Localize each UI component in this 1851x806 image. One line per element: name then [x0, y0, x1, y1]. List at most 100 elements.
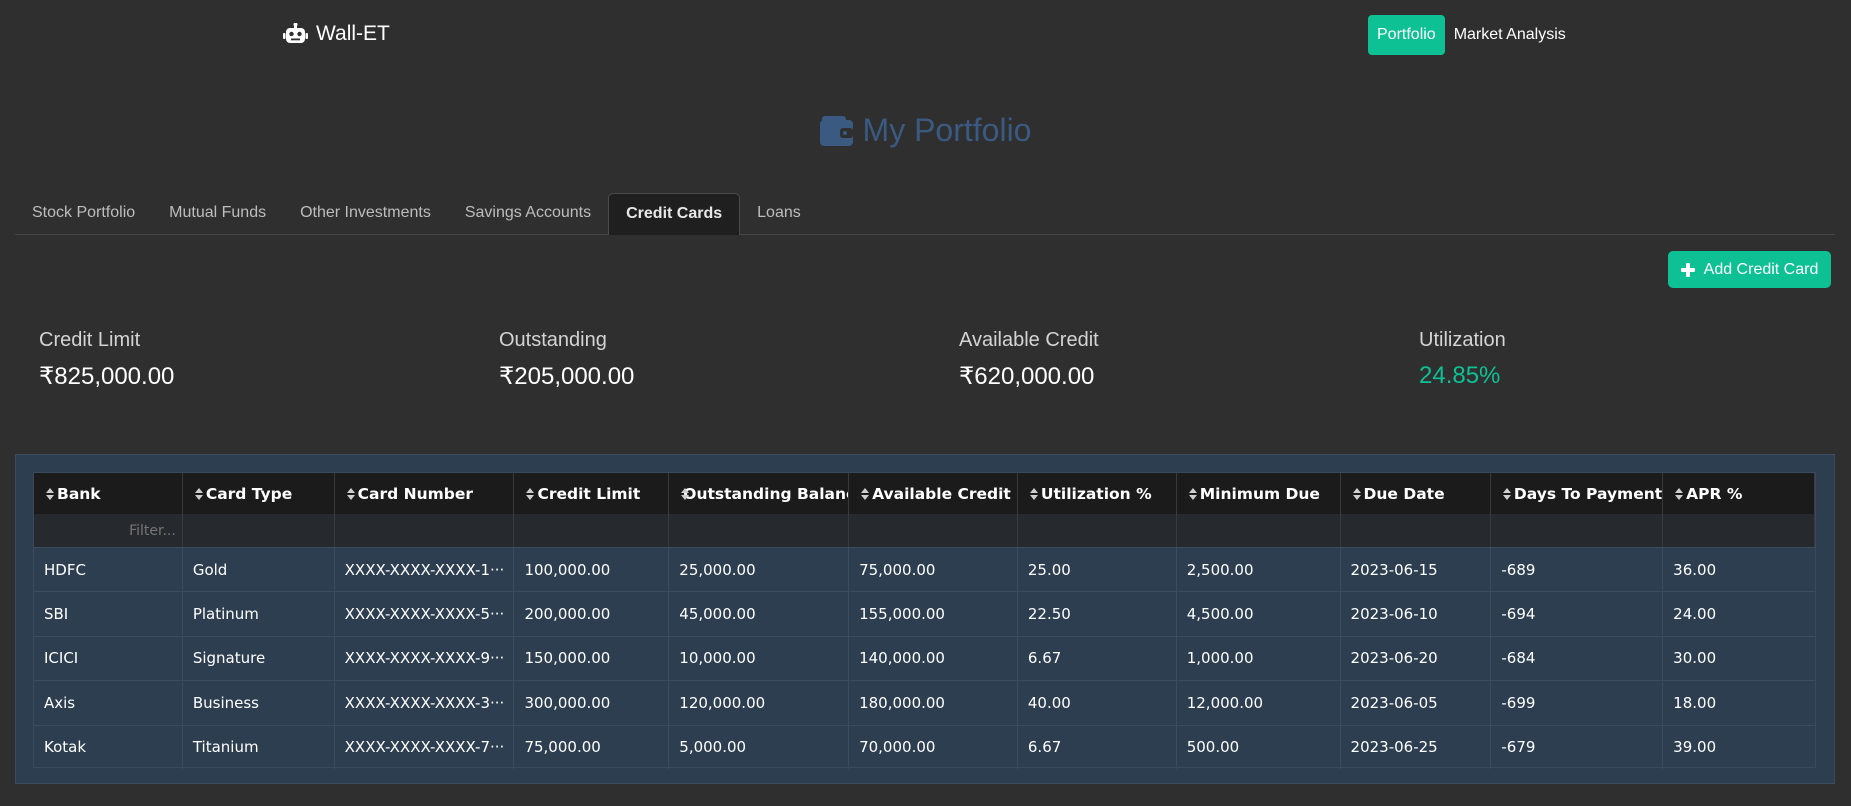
add-credit-card-label: Add Credit Card — [1703, 260, 1819, 278]
stat-value: 24.85% — [1419, 362, 1501, 389]
sort-icon — [1029, 487, 1039, 500]
table-cell: ICICI — [34, 636, 183, 681]
table-cell: -689 — [1491, 548, 1664, 592]
table-cell: XXXX-XXXX-XXXX-3··· — [335, 681, 515, 725]
table-cell: 140,000.00 — [849, 636, 1018, 681]
stat-label: Available Credit — [959, 329, 1099, 351]
nav-market-analysis-link[interactable]: Market Analysis — [1445, 15, 1575, 55]
stat-label: Credit Limit — [39, 329, 141, 351]
column-header-bank[interactable]: Bank — [34, 473, 183, 514]
column-header-utilization[interactable]: Utilization % — [1018, 473, 1177, 514]
table-cell: 120,000.00 — [669, 681, 850, 725]
portfolio-tabs: Stock Portfolio Mutual Funds Other Inves… — [15, 193, 1835, 235]
table-cell: 6.67 — [1018, 636, 1177, 681]
credit-cards-grid: Bank Card Type Card Number Credit Limit … — [33, 472, 1816, 769]
sort-icon — [861, 487, 870, 500]
table-row[interactable]: Kotak Titanium XXXX-XXXX-XXXX-7··· 75,000.0… — [34, 724, 1815, 769]
sort-icon — [1503, 487, 1512, 500]
brand[interactable]: Wall-ET — [283, 22, 390, 46]
table-cell: 200,000.00 — [514, 592, 670, 636]
table-row[interactable]: SBI Platinum XXXX-XXXX-XXXX-5··· 200,000.00… — [34, 591, 1815, 636]
table-cell: 300,000.00 — [514, 681, 670, 725]
filter-cell[interactable] — [335, 514, 515, 547]
filter-cell[interactable] — [1341, 514, 1492, 547]
filter-cell[interactable] — [183, 514, 335, 547]
sort-icon — [346, 487, 356, 500]
filter-cell[interactable] — [514, 514, 670, 547]
column-header-credit-limit[interactable]: Credit Limit — [514, 473, 670, 514]
nav-portfolio-link[interactable]: Portfolio — [1368, 15, 1445, 55]
table-cell: 25.00 — [1018, 548, 1177, 592]
column-header-available-credit[interactable]: Available Credit — [849, 473, 1018, 514]
column-header-label: Outstanding Balance — [683, 484, 850, 503]
column-header-apr[interactable]: APR % — [1663, 473, 1815, 514]
add-credit-card-button[interactable]: Add Credit Card — [1668, 251, 1831, 288]
column-header-label: Card Type — [205, 484, 293, 503]
sort-icon — [46, 487, 55, 500]
column-header-label: Due Date — [1363, 484, 1445, 503]
column-header-label: Utilization % — [1040, 484, 1152, 503]
tab-savings-accounts[interactable]: Savings Accounts — [448, 193, 608, 235]
table-cell: Platinum — [183, 592, 335, 636]
filter-cell[interactable] — [849, 514, 1018, 547]
table-cell: XXXX-XXXX-XXXX-5··· — [335, 592, 515, 636]
table-cell: 75,000.00 — [849, 548, 1018, 592]
stat-utilization: Utilization 24.85% — [1419, 329, 1506, 390]
column-header-card-number[interactable]: Card Number — [335, 473, 515, 514]
table-cell: Titanium — [183, 725, 335, 769]
table-cell: Signature — [183, 636, 335, 681]
table-cell: 2023-06-05 — [1341, 681, 1492, 725]
table-cell: -679 — [1491, 725, 1664, 769]
column-header-days-to-payment[interactable]: Days To Payment — [1491, 473, 1664, 514]
table-cell: 500.00 — [1177, 725, 1341, 769]
stat-label: Outstanding — [499, 329, 607, 351]
grid-filter-row — [34, 514, 1815, 547]
table-cell: 2,500.00 — [1177, 548, 1341, 592]
tab-stock-portfolio[interactable]: Stock Portfolio — [15, 193, 152, 235]
table-cell: 40.00 — [1018, 681, 1177, 725]
table-cell: 39.00 — [1673, 738, 1717, 757]
robot-icon — [283, 23, 308, 43]
wallet-icon — [819, 115, 853, 146]
filter-cell[interactable] — [1663, 514, 1815, 547]
sort-icon — [1188, 487, 1198, 500]
filter-cell[interactable] — [669, 514, 850, 547]
column-header-outstanding-balance[interactable]: Outstanding Balance — [669, 473, 850, 514]
stat-outstanding: Outstanding ₹205,000.00 — [499, 329, 634, 391]
table-cell: 100,000.00 — [514, 548, 670, 592]
table-cell: 45,000.00 — [669, 592, 850, 636]
table-cell: 30.00 — [1673, 649, 1717, 668]
table-cell: 36.00 — [1673, 560, 1717, 579]
table-row[interactable]: Axis Business XXXX-XXXX-XXXX-3··· 300,000.0… — [34, 680, 1815, 725]
table-cell: 75,000.00 — [514, 725, 670, 769]
column-header-due-date[interactable]: Due Date — [1341, 473, 1492, 514]
sort-icon — [526, 487, 535, 500]
sort-icon — [1675, 487, 1684, 500]
table-cell: 2023-06-10 — [1341, 592, 1492, 636]
tab-credit-cards[interactable]: Credit Cards — [608, 193, 741, 235]
table-cell: Axis — [34, 681, 183, 725]
column-header-card-type[interactable]: Card Type — [183, 473, 335, 514]
table-cell: 150,000.00 — [514, 636, 670, 681]
column-header-label: Credit Limit — [537, 484, 641, 503]
table-row[interactable]: ICICI Signature XXXX-XXXX-XXXX-9··· 150,000… — [34, 635, 1815, 681]
tab-loans[interactable]: Loans — [740, 193, 818, 235]
table-cell: 2023-06-15 — [1341, 548, 1492, 592]
column-header-label: Card Number — [357, 484, 474, 503]
grid-body: HDFC Gold XXXX-XXXX-XXXX-1··· 100,000.00 25,… — [34, 547, 1815, 769]
table-cell: 18.00 — [1673, 693, 1717, 712]
tab-mutual-funds[interactable]: Mutual Funds — [152, 193, 283, 235]
grid-header-row: Bank Card Type Card Number Credit Limit … — [34, 473, 1815, 514]
stat-credit-limit: Credit Limit ₹825,000.00 — [39, 329, 174, 391]
stat-available-credit: Available Credit ₹620,000.00 — [959, 329, 1099, 391]
column-header-minimum-due[interactable]: Minimum Due — [1177, 473, 1341, 514]
filter-cell[interactable] — [1018, 514, 1177, 547]
filter-cell[interactable] — [1177, 514, 1341, 547]
table-row[interactable]: HDFC Gold XXXX-XXXX-XXXX-1··· 100,000.00 25,… — [34, 547, 1815, 592]
table-cell: XXXX-XXXX-XXXX-1··· — [335, 548, 515, 592]
table-cell: 70,000.00 — [849, 725, 1018, 769]
tab-other-investments[interactable]: Other Investments — [283, 193, 448, 235]
stat-label: Utilization — [1419, 329, 1506, 351]
bank-filter-input[interactable] — [44, 522, 182, 539]
filter-cell[interactable] — [1491, 514, 1664, 547]
